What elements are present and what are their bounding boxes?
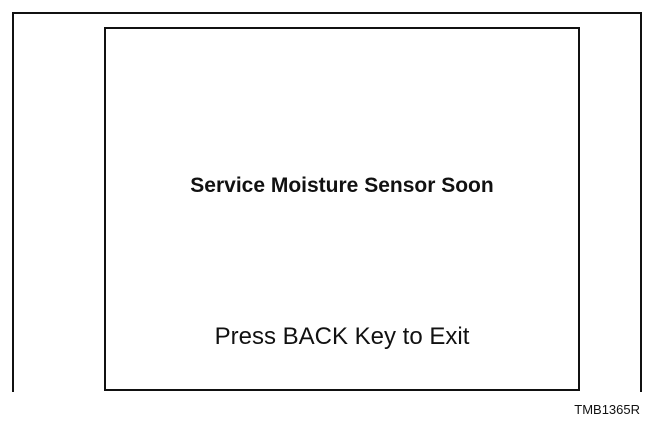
service-warning-message: Service Moisture Sensor Soon — [190, 174, 494, 197]
exit-instruction: Press BACK Key to Exit — [214, 323, 470, 350]
display-screen: Service Moisture Sensor Soon Press BACK … — [104, 27, 580, 391]
figure-id-label: TMB1365R — [574, 402, 640, 417]
